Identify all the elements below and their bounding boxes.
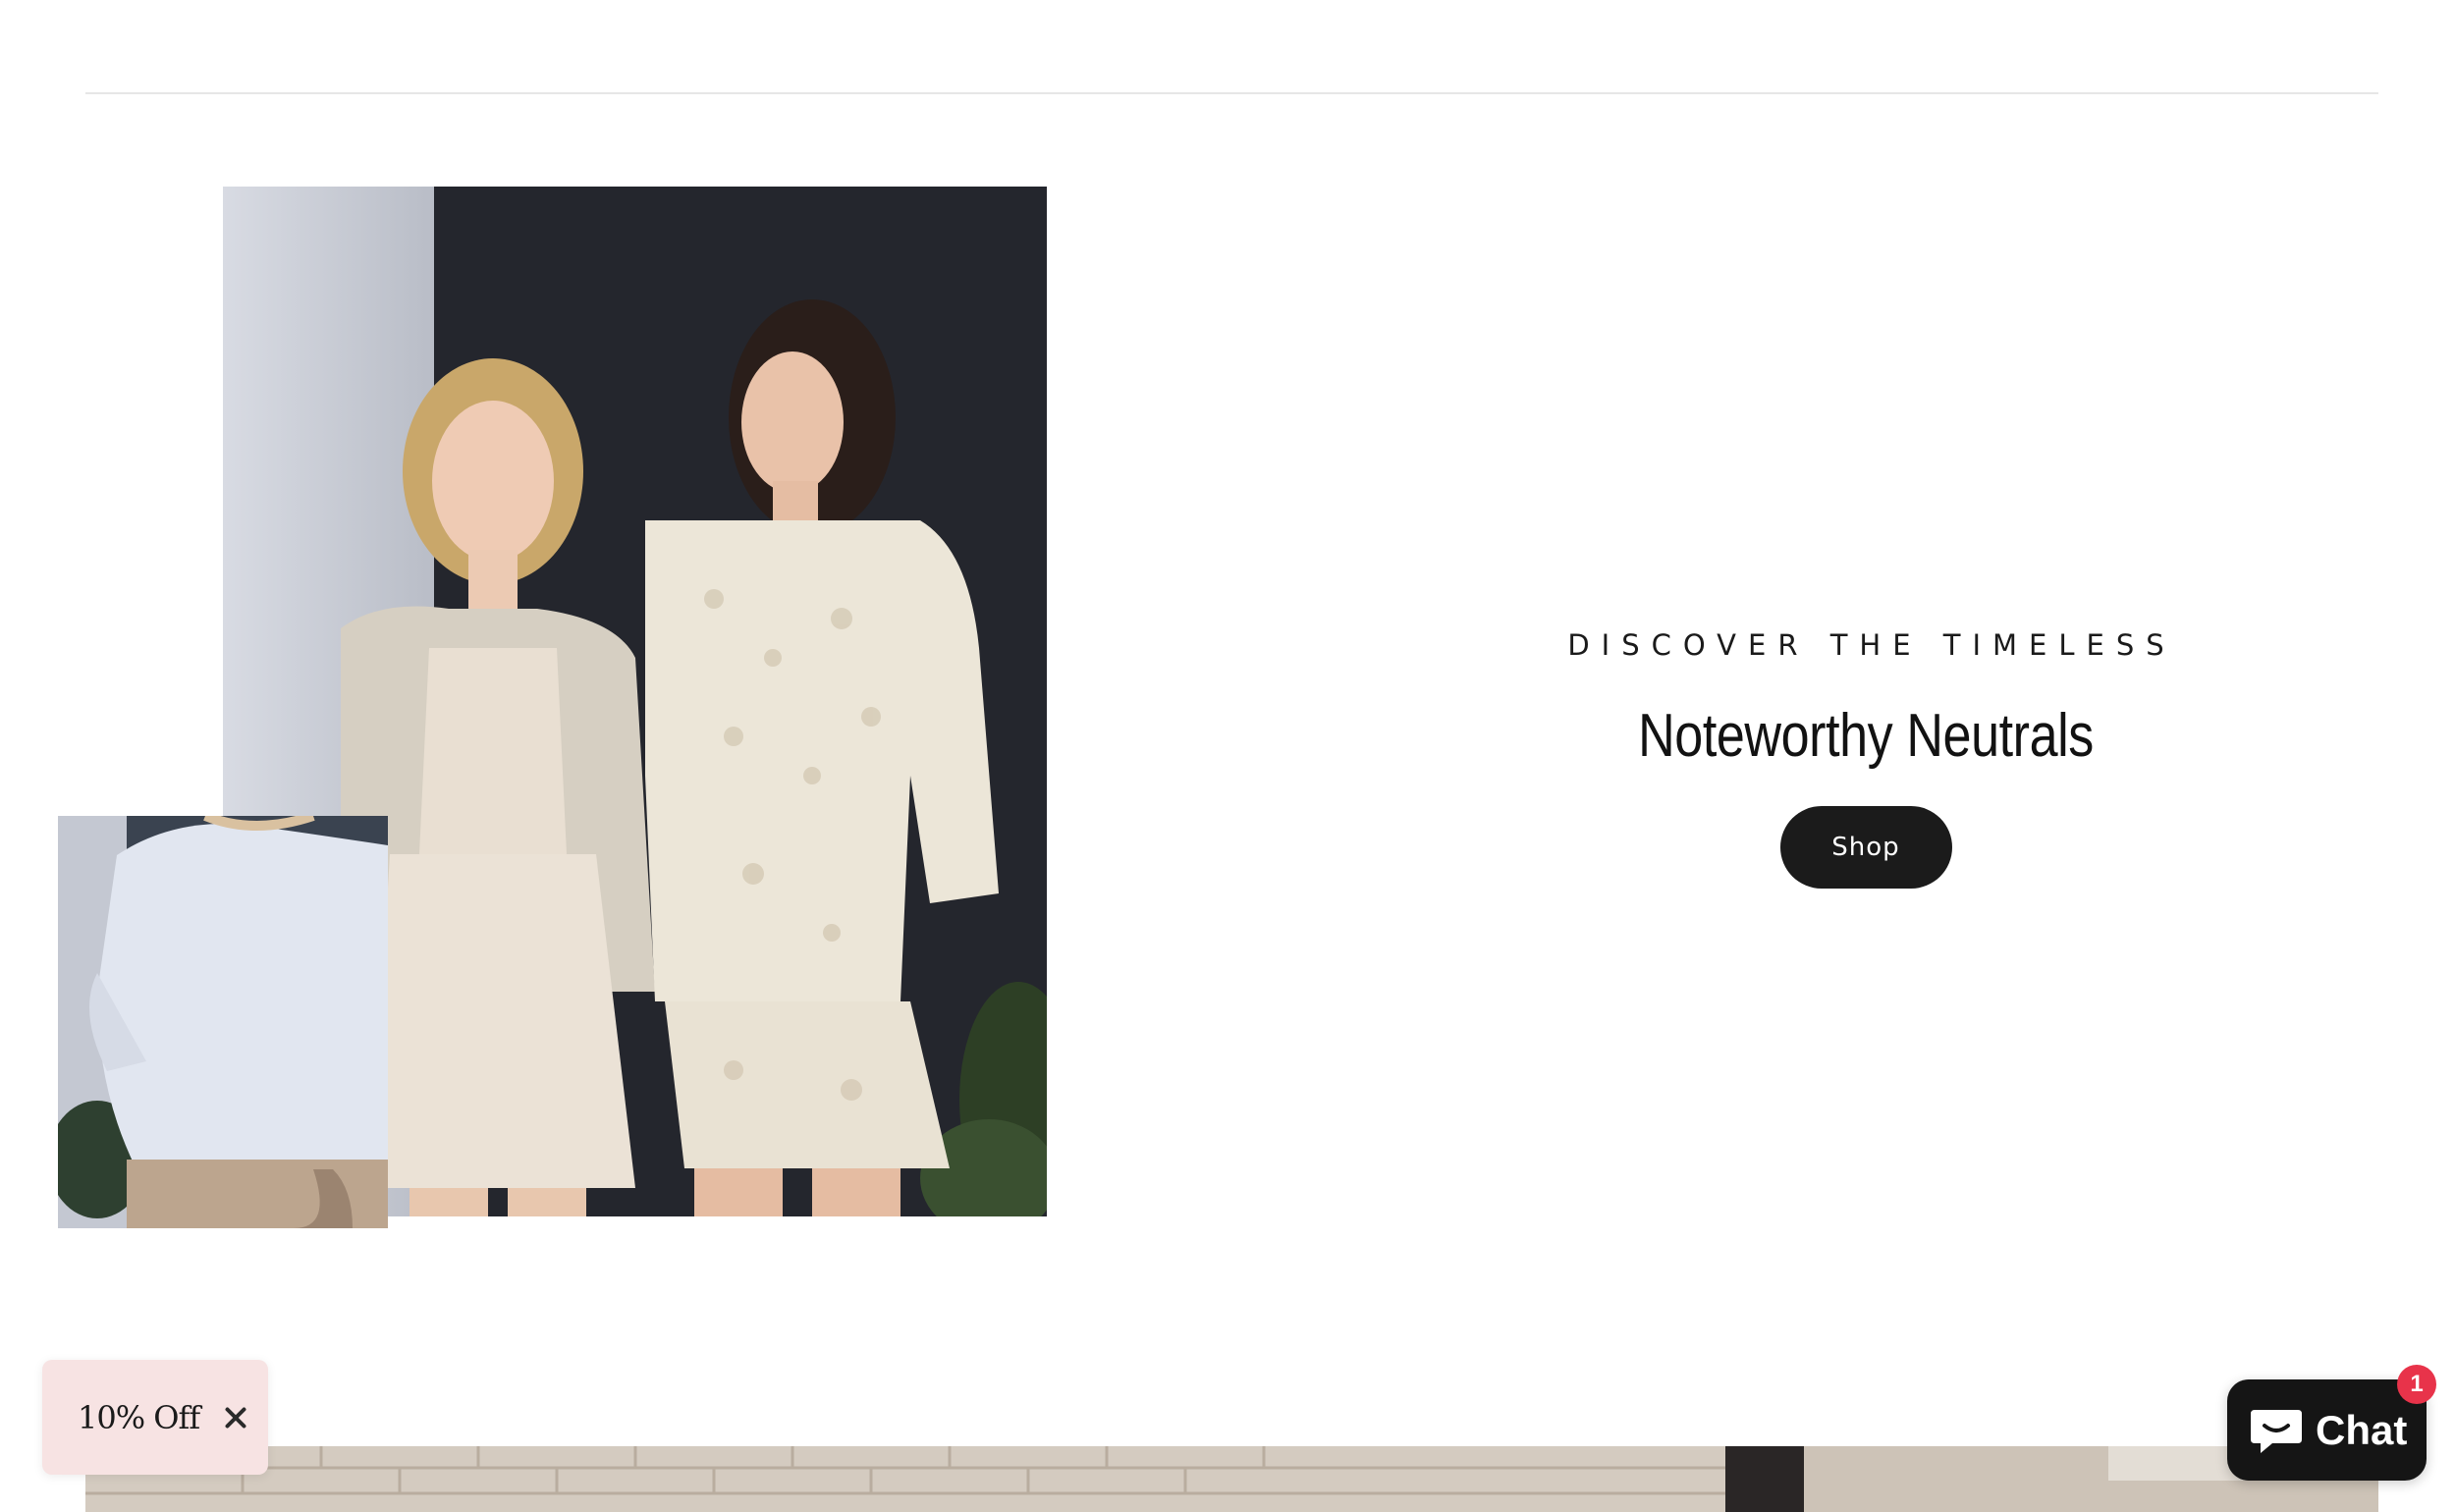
discount-label[interactable]: 10% Off bbox=[78, 1399, 200, 1436]
hero-inset-image bbox=[58, 816, 388, 1228]
chat-label[interactable]: Chat bbox=[2316, 1407, 2407, 1454]
brick-wall-photo bbox=[85, 1446, 2378, 1512]
shop-button[interactable]: Shop bbox=[1779, 806, 1952, 889]
blouse-photo bbox=[58, 816, 388, 1228]
header-divider bbox=[85, 92, 2378, 94]
close-icon[interactable] bbox=[221, 1403, 250, 1432]
hero-heading: Noteworthy Neutrals bbox=[1638, 702, 2094, 770]
chat-notification-badge: 1 bbox=[2397, 1365, 2436, 1404]
chat-bubble-icon bbox=[2251, 1409, 2302, 1453]
hero-eyebrow: DISCOVER THE TIMELESS bbox=[1567, 628, 2176, 662]
discount-popup[interactable]: 10% Off bbox=[42, 1360, 268, 1475]
hero-text-block: DISCOVER THE TIMELESS Noteworthy Neutral… bbox=[1375, 628, 2357, 889]
chat-button[interactable]: Chat bbox=[2227, 1379, 2427, 1481]
page: DISCOVER THE TIMELESS Noteworthy Neutral… bbox=[0, 0, 2455, 1512]
bottom-banner-image bbox=[85, 1446, 2378, 1512]
